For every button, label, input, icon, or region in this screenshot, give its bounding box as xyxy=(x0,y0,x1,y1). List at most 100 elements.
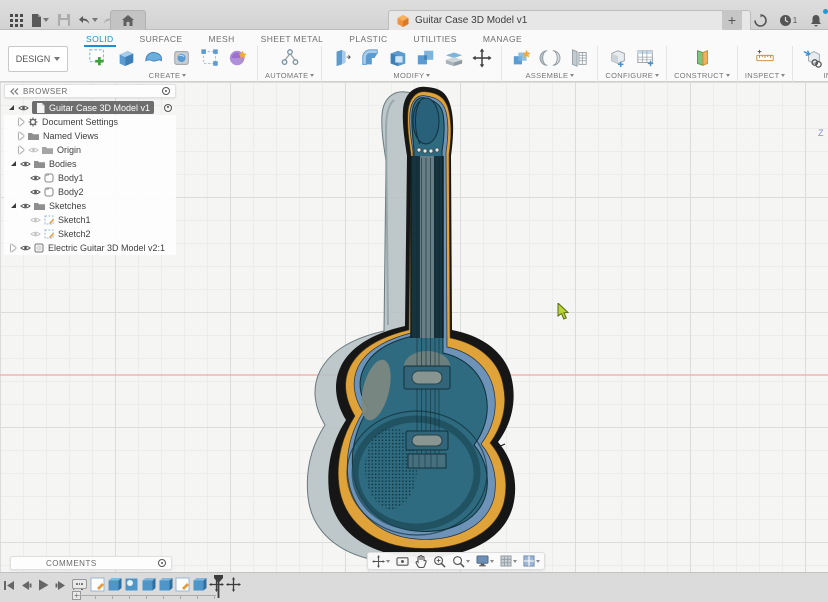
timeline-feature-extrude[interactable] xyxy=(158,577,173,592)
eye-icon[interactable] xyxy=(20,202,31,210)
eye-icon[interactable] xyxy=(30,174,41,182)
undo-icon[interactable] xyxy=(78,11,98,29)
sync-icon[interactable] xyxy=(750,11,770,29)
expander-open-icon[interactable] xyxy=(11,203,16,208)
timeline-track[interactable] xyxy=(78,595,216,596)
play-icon[interactable] xyxy=(38,579,49,591)
modify-menu[interactable]: MODIFY xyxy=(393,71,430,80)
eye-icon[interactable] xyxy=(18,104,29,112)
tab-utilities[interactable]: UTILITIES xyxy=(412,32,459,47)
notifications-bell-icon[interactable] xyxy=(806,11,826,29)
design-dropdown[interactable]: DESIGN xyxy=(8,46,68,72)
move-copy-icon[interactable] xyxy=(469,47,494,70)
app-grid-icon[interactable] xyxy=(6,11,26,29)
tab-plastic[interactable]: PLASTIC xyxy=(347,32,389,47)
tree-row-body1[interactable]: Body1 xyxy=(4,171,176,185)
construct-menu[interactable]: CONSTRUCT xyxy=(674,71,730,80)
expander-open-icon[interactable] xyxy=(9,105,14,110)
timeline-feature-extrude[interactable] xyxy=(141,577,156,592)
form-icon[interactable] xyxy=(141,47,166,70)
tree-row-root[interactable]: Guitar Case 3D Model v1 xyxy=(4,101,176,115)
timeline-feature-move[interactable] xyxy=(226,577,241,592)
assemble-menu[interactable]: ASSEMBLE xyxy=(525,71,574,80)
activate-component-radio[interactable] xyxy=(164,104,172,112)
combine-icon[interactable] xyxy=(413,47,438,70)
tab-solid[interactable]: SOLID xyxy=(84,32,116,47)
expander-closed-icon[interactable] xyxy=(19,146,24,154)
inspect-menu[interactable]: INSPECT xyxy=(745,71,786,80)
fillet-icon[interactable] xyxy=(357,47,382,70)
step-back-icon[interactable] xyxy=(21,580,32,591)
tree-row-bodies[interactable]: Bodies xyxy=(4,157,176,171)
pickup-bridge[interactable] xyxy=(406,431,448,450)
tree-row-sketches[interactable]: Sketches xyxy=(4,199,176,213)
plastic-rule-icon[interactable] xyxy=(225,47,250,70)
tree-row-document-settings[interactable]: Document Settings xyxy=(4,115,176,129)
fit-icon[interactable] xyxy=(452,555,470,568)
tree-row-sketch2[interactable]: Sketch2 xyxy=(4,227,176,241)
tree-row-electric-guitar[interactable]: Electric Guitar 3D Model v2:1 xyxy=(4,241,176,255)
tree-row-named-views[interactable]: Named Views xyxy=(4,129,176,143)
zoom-icon[interactable] xyxy=(433,555,446,568)
insert-derive-icon[interactable] xyxy=(800,47,825,70)
timeline-group-collapsed[interactable] xyxy=(72,579,87,589)
tree-row-sketch1[interactable]: Sketch1 xyxy=(4,213,176,227)
look-at-icon[interactable] xyxy=(396,556,409,567)
timeline-feature-sketch[interactable] xyxy=(175,577,190,592)
pattern-icon[interactable] xyxy=(197,47,222,70)
bom-icon[interactable] xyxy=(565,47,590,70)
home-tab[interactable] xyxy=(110,10,146,30)
construct-plane-icon[interactable] xyxy=(689,47,714,70)
tab-mesh[interactable]: MESH xyxy=(206,32,236,47)
shell-icon[interactable] xyxy=(385,47,410,70)
split-body-icon[interactable] xyxy=(441,47,466,70)
joint-icon[interactable] xyxy=(537,47,562,70)
measure-icon[interactable] xyxy=(753,47,778,70)
document-tab[interactable]: Guitar Case 3D Model v1 × xyxy=(388,10,751,30)
tree-row-body2[interactable]: Body2 xyxy=(4,185,176,199)
expander-closed-icon[interactable] xyxy=(19,132,24,140)
pickup-neck[interactable] xyxy=(404,366,450,389)
press-pull-icon[interactable] xyxy=(329,47,354,70)
tab-manage[interactable]: MANAGE xyxy=(481,32,524,47)
viewports-icon[interactable] xyxy=(523,555,540,567)
config-table-icon[interactable] xyxy=(634,47,659,70)
hole-icon[interactable] xyxy=(169,47,194,70)
automate-icon[interactable] xyxy=(277,47,302,70)
timeline-feature-hole[interactable] xyxy=(124,577,139,592)
eye-icon[interactable] xyxy=(20,244,31,252)
eye-icon[interactable] xyxy=(20,160,31,168)
timeline-feature-sketch[interactable] xyxy=(90,577,105,592)
file-icon[interactable] xyxy=(30,11,50,29)
timeline-feature-extrude[interactable] xyxy=(192,577,207,592)
display-settings-icon[interactable] xyxy=(476,555,494,567)
tree-row-origin[interactable]: Origin xyxy=(4,143,176,157)
comments-panel-options-icon[interactable] xyxy=(158,559,166,567)
timeline-playhead[interactable] xyxy=(214,575,226,602)
extrude-icon[interactable] xyxy=(113,47,138,70)
eye-icon[interactable] xyxy=(30,188,41,196)
step-forward-icon[interactable] xyxy=(55,580,66,591)
history-clock-icon[interactable]: 1 xyxy=(778,11,798,29)
bridge[interactable] xyxy=(408,454,446,468)
new-component-icon[interactable] xyxy=(509,47,534,70)
expander-closed-icon[interactable] xyxy=(19,118,24,126)
create-sketch-icon[interactable] xyxy=(85,47,110,70)
automate-menu[interactable]: AUTOMATE xyxy=(265,71,314,80)
orbit-icon[interactable] xyxy=(372,555,390,568)
expander-open-icon[interactable] xyxy=(11,161,16,166)
timeline-feature-extrude[interactable] xyxy=(107,577,122,592)
comments-header[interactable]: COMMENTS xyxy=(10,556,172,570)
expander-closed-icon[interactable] xyxy=(11,244,16,252)
grid-display-icon[interactable] xyxy=(500,555,517,567)
configure-menu[interactable]: CONFIGURE xyxy=(605,71,659,80)
save-icon[interactable] xyxy=(54,11,74,29)
tab-surface[interactable]: SURFACE xyxy=(138,32,185,47)
eye-off-icon[interactable] xyxy=(30,230,41,238)
skip-to-start-icon[interactable] xyxy=(4,580,15,591)
insert-menu[interactable]: INSERT xyxy=(823,71,828,80)
pan-icon[interactable] xyxy=(415,555,427,568)
eye-off-icon[interactable] xyxy=(28,146,39,154)
new-tab-button[interactable]: + xyxy=(722,10,742,30)
eye-off-icon[interactable] xyxy=(30,216,41,224)
